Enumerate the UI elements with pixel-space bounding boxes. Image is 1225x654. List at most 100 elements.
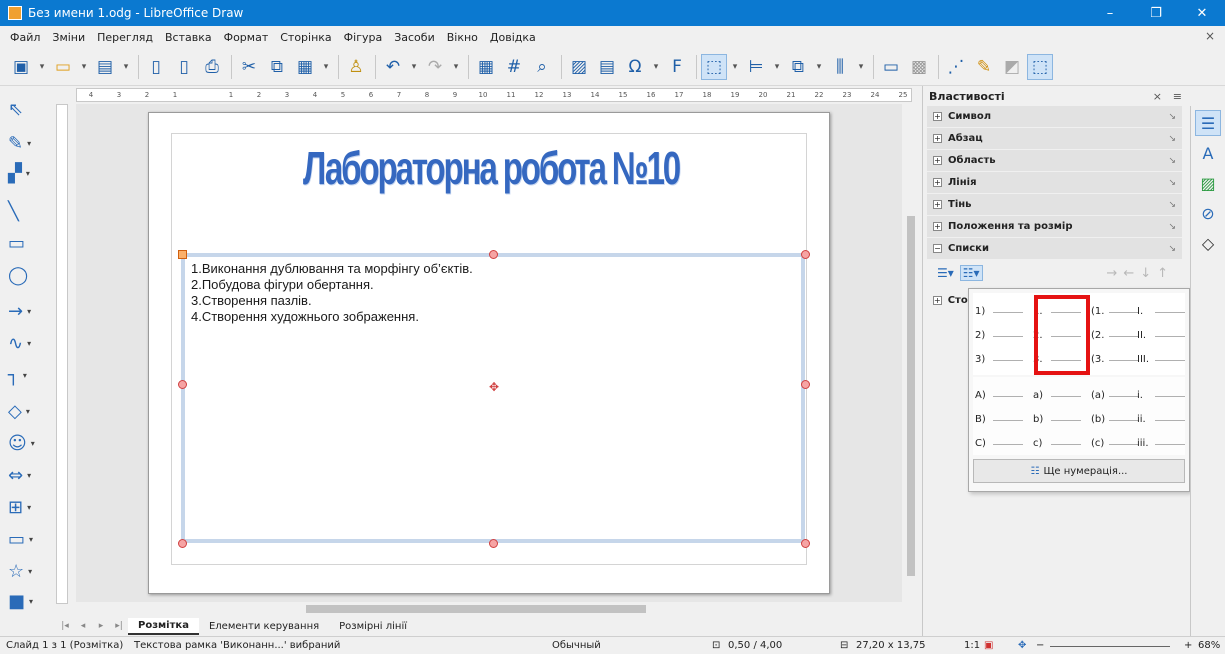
ellipse-icon[interactable]: ◯ [8, 260, 48, 290]
panel-columns[interactable]: + Стов [927, 290, 974, 311]
zoom-in-button[interactable]: + [1184, 640, 1192, 651]
chevron-down-icon[interactable]: ▾ [813, 54, 825, 80]
stars-icon[interactable]: ☆ ▾ [8, 556, 48, 586]
line-color-icon[interactable]: ✎ ▾ [8, 128, 48, 158]
chevron-down-icon[interactable]: ▾ [120, 54, 132, 80]
slide-title[interactable]: Лабораторна робота №10 [295, 141, 687, 195]
drawing-canvas[interactable]: Лабораторна робота №10 1.Виконання дублю… [76, 104, 902, 602]
first-tab-icon[interactable]: |◂ [56, 621, 74, 631]
chevron-down-icon[interactable]: ▾ [36, 54, 48, 80]
chevron-down-icon[interactable]: ▾ [78, 54, 90, 80]
slide-page[interactable]: Лабораторна робота №10 1.Виконання дублю… [148, 112, 830, 594]
glue-points-icon[interactable]: ✎ [971, 54, 997, 80]
list-item[interactable]: 4.Створення художнього зображення. [191, 309, 473, 325]
vertical-ruler[interactable] [56, 104, 68, 604]
status-scale[interactable]: 1:1 [964, 640, 980, 651]
chevron-down-icon[interactable]: ▾ [320, 54, 332, 80]
panel-area[interactable]: + Область ↘ [927, 150, 1182, 171]
next-tab-icon[interactable]: ▸ [92, 621, 110, 631]
restore-button[interactable]: ❐ [1133, 0, 1179, 26]
transformations-icon[interactable]: ⬚ [701, 53, 727, 80]
list-indent-arrows-icon[interactable]: →←↓↑ [1106, 266, 1174, 281]
menu-view[interactable]: Перегляд [97, 31, 153, 44]
grid-icon[interactable]: ▦ [473, 54, 499, 80]
flowchart-icon[interactable]: ⊞ ▾ [8, 492, 48, 522]
bullets-icon[interactable]: ☰▾ [937, 266, 954, 280]
chevron-down-icon[interactable]: ▾ [771, 54, 783, 80]
numbering-style-alpha-upper[interactable]: A) B) C) [975, 377, 1027, 449]
basic-shapes-icon[interactable]: ◇ ▾ [8, 396, 48, 426]
sidebar-close-button[interactable]: × [1153, 90, 1162, 103]
resize-handle-top[interactable] [489, 250, 498, 259]
vertical-scrollbar[interactable] [904, 104, 918, 604]
gallery-icon[interactable]: ▨ [1195, 170, 1221, 196]
zoom-slider[interactable] [1050, 646, 1170, 647]
chevron-down-icon[interactable]: ▾ [408, 54, 420, 80]
toggle-extrusion-icon[interactable]: ◩ [999, 54, 1025, 80]
chevron-down-icon[interactable]: ▾ [450, 54, 462, 80]
menu-page[interactable]: Сторінка [280, 31, 331, 44]
tab-layout[interactable]: Розмітка [128, 617, 199, 635]
zoom-out-button[interactable]: − [1036, 640, 1044, 651]
shadow-icon[interactable]: ▭ [878, 54, 904, 80]
paste-icon[interactable]: ▦ [292, 54, 318, 80]
selected-text-frame[interactable]: 1.Виконання дублювання та морфінгу об’єк… [181, 253, 805, 543]
symbol-shapes-icon[interactable]: ☺ ▾ [8, 428, 48, 458]
helplines-icon[interactable]: # [501, 54, 527, 80]
properties-icon[interactable]: ☰ [1195, 110, 1221, 136]
more-options-icon[interactable]: ↘ [1168, 244, 1176, 254]
resize-handle-bottom-left[interactable] [178, 539, 187, 548]
more-numbering-button[interactable]: ☷ Ще нумерація... [973, 459, 1185, 483]
panel-paragraph[interactable]: + Абзац ↘ [927, 128, 1182, 149]
menu-help[interactable]: Довідка [490, 31, 536, 44]
cut-icon[interactable]: ✂ [236, 54, 262, 80]
resize-handle-bottom[interactable] [489, 539, 498, 548]
fit-slide-icon[interactable]: ✥ [1018, 640, 1026, 651]
more-options-icon[interactable]: ↘ [1168, 156, 1176, 166]
navigator-icon[interactable]: ⊘ [1195, 200, 1221, 226]
crop-icon[interactable]: ▩ [906, 54, 932, 80]
select-icon[interactable]: ⬚ [1027, 53, 1053, 80]
save-icon[interactable]: ▤ [92, 54, 118, 80]
menu-insert[interactable]: Вставка [165, 31, 212, 44]
align-icon[interactable]: ⊨ [743, 54, 769, 80]
panel-line[interactable]: + Лінія ↘ [927, 172, 1182, 193]
resize-handle-right[interactable] [801, 380, 810, 389]
shapes-icon[interactable]: ◇ [1195, 230, 1221, 256]
panel-character[interactable]: + Символ ↘ [927, 106, 1182, 127]
select-arrow-icon[interactable]: ⇖ [8, 94, 48, 124]
last-tab-icon[interactable]: ▸| [110, 621, 128, 631]
chevron-down-icon[interactable]: ▾ [650, 54, 662, 80]
resize-handle-bottom-right[interactable] [801, 539, 810, 548]
styles-icon[interactable]: A [1195, 140, 1221, 166]
menu-edit[interactable]: Зміни [52, 31, 85, 44]
line-ends-arrow-icon[interactable]: → ▾ [8, 296, 48, 326]
resize-handle-top-left[interactable] [178, 250, 187, 259]
menu-tools[interactable]: Засоби [394, 31, 435, 44]
list-item[interactable]: 2.Побудова фігури обертання. [191, 277, 473, 293]
chevron-down-icon[interactable]: ▾ [729, 54, 741, 80]
more-options-icon[interactable]: ↘ [1168, 178, 1176, 188]
numbering-style-roman-lower[interactable]: i. ii. iii. [1137, 377, 1189, 449]
numbering-icon[interactable]: ☷▾ [959, 265, 983, 281]
horizontal-ruler[interactable]: 4 3 2 1 1 2 3 4 5 6 7 8 9 10 11 12 13 14 15 16 17 18 19 20 21 22 2… [76, 88, 912, 102]
rectangle-icon[interactable]: ▭ [8, 228, 48, 258]
resize-handle-left[interactable] [178, 380, 187, 389]
line-icon[interactable]: ╲ [8, 196, 48, 226]
close-button[interactable]: ✕ [1179, 0, 1225, 26]
menu-shape[interactable]: Фігура [344, 31, 383, 44]
fill-color-icon[interactable]: ▞ ▾ [8, 158, 48, 188]
special-character-icon[interactable]: Ω [622, 54, 648, 80]
undo-icon[interactable]: ↶ [380, 54, 406, 80]
sidebar-menu-icon[interactable]: ≡ [1173, 90, 1182, 103]
status-style[interactable]: Обычный [552, 640, 601, 651]
arrange-icon[interactable]: ⧉ [785, 54, 811, 80]
menu-window[interactable]: Вікно [447, 31, 478, 44]
points-icon[interactable]: ⋰ [943, 54, 969, 80]
numbering-style-alpha-paren[interactable]: (a) (b) (c) [1091, 377, 1143, 449]
document-modified-icon[interactable]: ▣ [984, 640, 993, 651]
menu-file[interactable]: Файл [10, 31, 40, 44]
numbering-style-alpha-lower[interactable]: a) b) c) [1033, 377, 1085, 449]
export-pdf-icon[interactable]: ▯ [171, 54, 197, 80]
redo-icon[interactable]: ↷ [422, 54, 448, 80]
